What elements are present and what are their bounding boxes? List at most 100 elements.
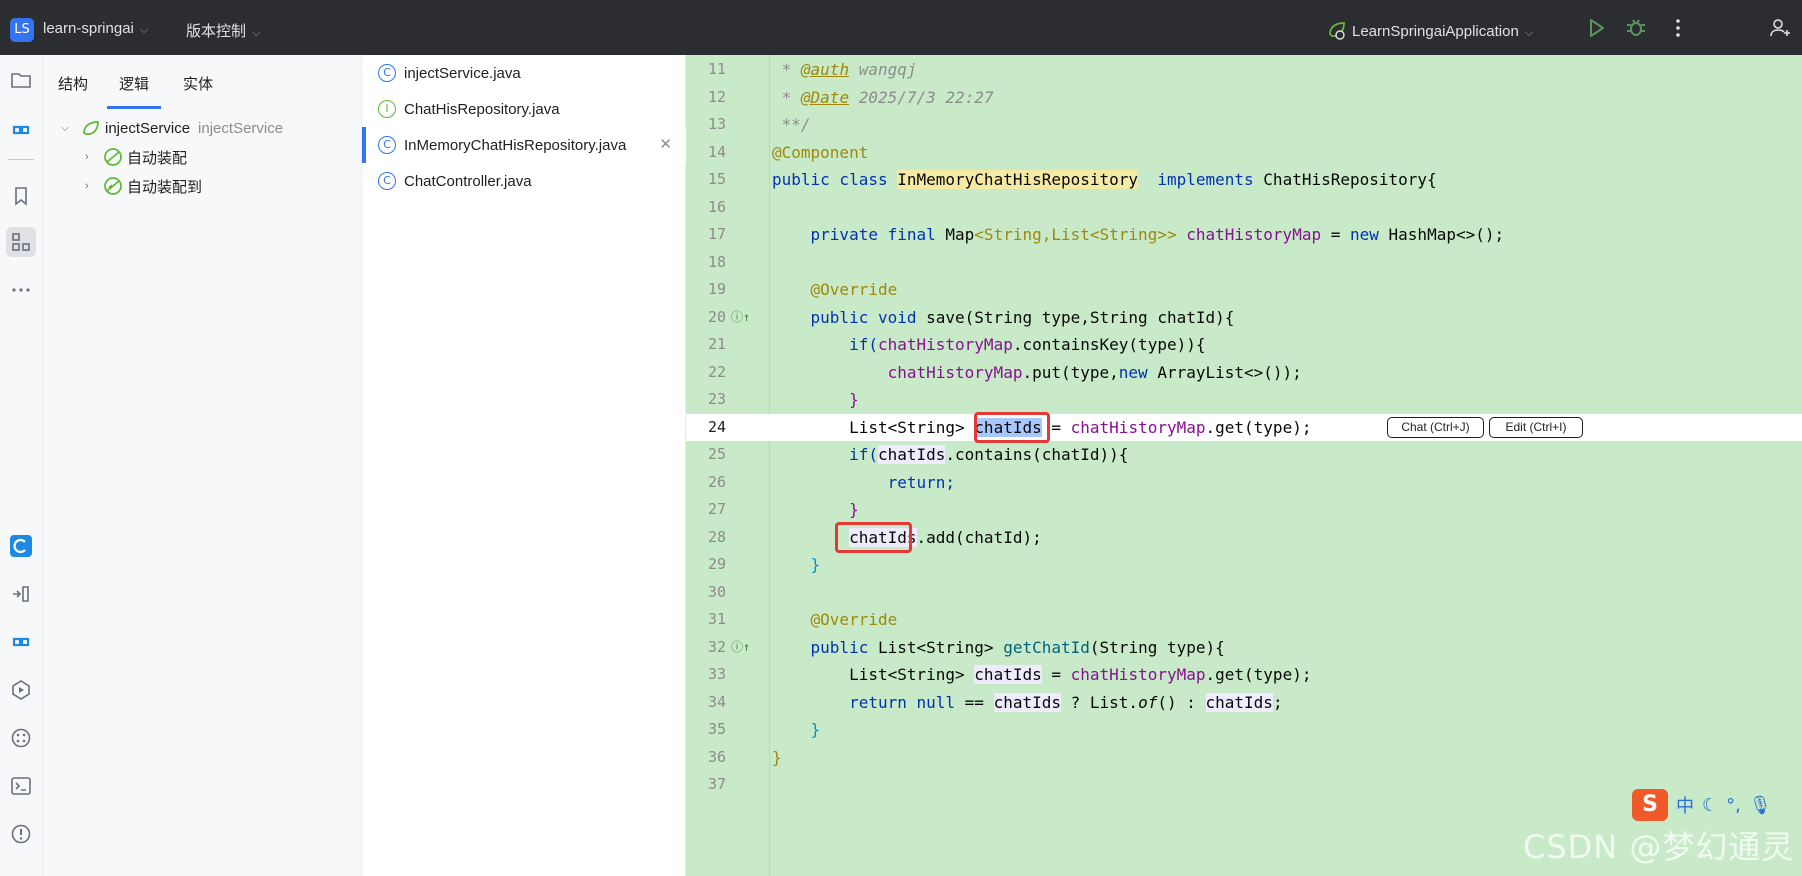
file-name: ChatController.java [404,172,532,190]
code-line: 23 } [707,390,859,409]
code-line: 20 ⓘ↑ public void save(String type,String… [686,304,1802,332]
spring-bean-icon [83,121,99,135]
vcs-label: 版本控制 [186,23,247,40]
bookmark-icon[interactable] [6,181,36,211]
structure-tabs: 结构 逻辑 实体 [43,55,362,109]
project-selector[interactable]: learn-springai ⌵ [43,20,148,37]
code-line: 16 [707,197,726,216]
code-line: 18 [707,252,726,271]
annotation-box [835,522,912,553]
code-line: 34 return null == chatIds ? List.of() : … [707,692,1283,712]
file-name: injectService.java [404,64,521,82]
class-icon: C [378,64,396,82]
code-line: 14 @Component [707,142,869,162]
file-item[interactable]: C ChatController.java [362,163,686,199]
code-line: 29 } [707,555,821,574]
code-line-current: 24 List<String> chatIds = chatHistoryMap… [686,413,1802,441]
tab-logic[interactable]: 逻辑 [107,73,162,109]
code-line: 33 List<String> chatIds = chatHistoryMap… [707,665,1312,684]
chevron-down-icon: ⌵ [139,24,149,36]
spring-icon [1329,22,1345,40]
sogou-logo-icon: S [1632,789,1668,821]
code-line: 15 public class InMemoryChatHisRepository… [707,170,1437,189]
tree-item-label: 自动装配 [127,149,188,167]
file-name: InMemoryChatHisRepository.java [404,136,627,154]
chevron-down-icon[interactable]: ⌵ [61,122,75,135]
ime-mode[interactable]: 中 [1676,792,1694,818]
code-line: 12 * @Date 2025/7/3 22:27 [707,87,994,107]
tree-item-autowired[interactable]: › 自动装配 [43,143,362,171]
code-line: 25 if(chatIds.contains(chatId)){ [707,445,1129,464]
code-line: 35 } [707,720,821,739]
code-line: 26 return; [707,472,956,492]
more-options-icon[interactable] [1666,16,1690,40]
title-bar: LS learn-springai ⌵ 版本控制 ⌵ LearnSpringaiAp… [0,0,1802,55]
terminal-icon[interactable] [6,771,36,801]
code-line: 31 @Override [707,610,898,629]
code-line: 13 **/ [707,115,811,134]
run-icon[interactable] [1584,16,1608,40]
project-badge[interactable]: LS [10,18,34,42]
selection-marker [362,127,366,163]
code-line: 30 [707,582,726,601]
file-item-selected[interactable]: C InMemoryChatHisRepository.java ✕ [362,127,686,163]
problems-icon[interactable] [6,819,36,849]
code-line: 19 @Override [707,280,898,299]
implements-method-icon[interactable]: ⓘ↑ [731,634,750,662]
code-line: 17 private final Map<String,List<String>… [707,225,1505,244]
code-line: 21 if(chatHistoryMap.containsKey(type)){ [707,335,1206,354]
tree-root-secondary: injectService [198,119,284,137]
autowired-icon [104,148,122,166]
related-files-panel: C injectService.java I ChatHisRepository… [362,55,686,876]
chevron-right-icon[interactable]: › [85,180,99,192]
code-line: 22 chatHistoryMap.put(type,new ArrayList… [707,362,1302,382]
file-item[interactable]: C injectService.java [362,55,686,91]
tree-item-autowired-to[interactable]: › 自动装配到 [43,172,362,200]
ime-toolbar[interactable]: S 中 ☾ °, 🎙 [1632,785,1772,825]
tree-item-label: 自动装配到 [127,178,203,196]
services-icon[interactable] [6,675,36,705]
close-icon[interactable]: ✕ [659,135,672,153]
chevron-right-icon[interactable]: › [85,151,99,163]
current-line-number: 24 [707,417,726,436]
interface-icon: I [378,100,396,118]
chevron-down-icon: ⌵ [252,27,261,39]
debug-icon[interactable] [1624,16,1648,40]
moon-icon[interactable]: ☾ [1702,795,1718,816]
endpoint-icon[interactable] [6,579,36,609]
tab-entity[interactable]: 实体 [183,73,213,106]
plugins-icon[interactable] [6,723,36,753]
add-user-icon[interactable] [1768,16,1792,40]
plugin-link-icon[interactable] [6,627,36,657]
file-name: ChatHisRepository.java [404,100,560,118]
watermark: CSDN @梦幻通灵 [1523,828,1795,866]
project-name: learn-springai [43,20,134,37]
tab-structure[interactable]: 结构 [58,73,88,106]
structure-icon[interactable] [6,227,36,257]
tree-root-label: injectService [105,119,191,137]
folder-icon[interactable] [6,65,36,95]
class-icon: C [378,136,396,154]
more-tools-icon[interactable] [6,275,36,305]
chevron-down-icon: ⌵ [1524,27,1534,39]
code-editor[interactable]: 11 * @auth wangqj 12 * @Date 2025/7/3 22… [686,55,1802,876]
plugin-link-icon[interactable] [6,115,36,145]
punctuation-icon[interactable]: °, [1726,795,1741,816]
run-config-selector[interactable]: LearnSpringaiApplication ⌵ [1326,19,1533,41]
ai-edit-button[interactable]: Edit (Ctrl+I) [1489,416,1583,438]
logic-structure-panel: 结构 逻辑 实体 ⌵ injectService injectService ›… [43,55,362,876]
code-line: 11 * @auth wangqj [707,60,917,79]
microphone-icon[interactable]: 🎙 [1749,795,1772,816]
tree-root-row[interactable]: ⌵ injectService injectService [43,114,362,142]
tool-window-strip [0,55,43,876]
annotation-box [974,412,1050,443]
vcs-menu[interactable]: 版本控制 ⌵ [186,20,260,41]
code-line: 27 } [707,500,859,519]
code-line: 32 ⓘ↑ public List<String> getChatId(Strin… [686,634,1802,662]
code-line: 36} [707,747,782,767]
divider [8,159,34,160]
implements-method-icon[interactable]: ⓘ↑ [731,304,750,332]
file-item[interactable]: I ChatHisRepository.java [362,91,686,127]
ai-chat-button[interactable]: Chat (Ctrl+J) [1387,416,1484,438]
ai-assistant-icon[interactable] [6,531,36,561]
